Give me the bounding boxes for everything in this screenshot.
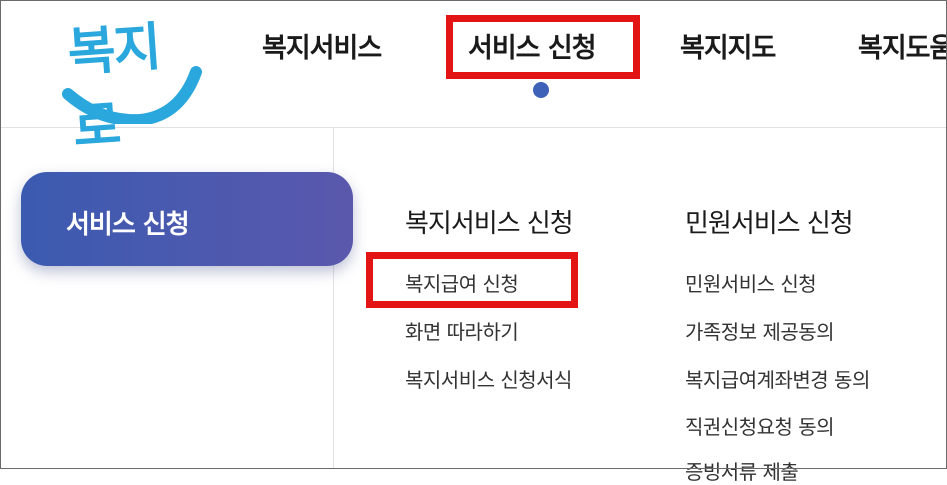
window-frame <box>0 0 947 469</box>
